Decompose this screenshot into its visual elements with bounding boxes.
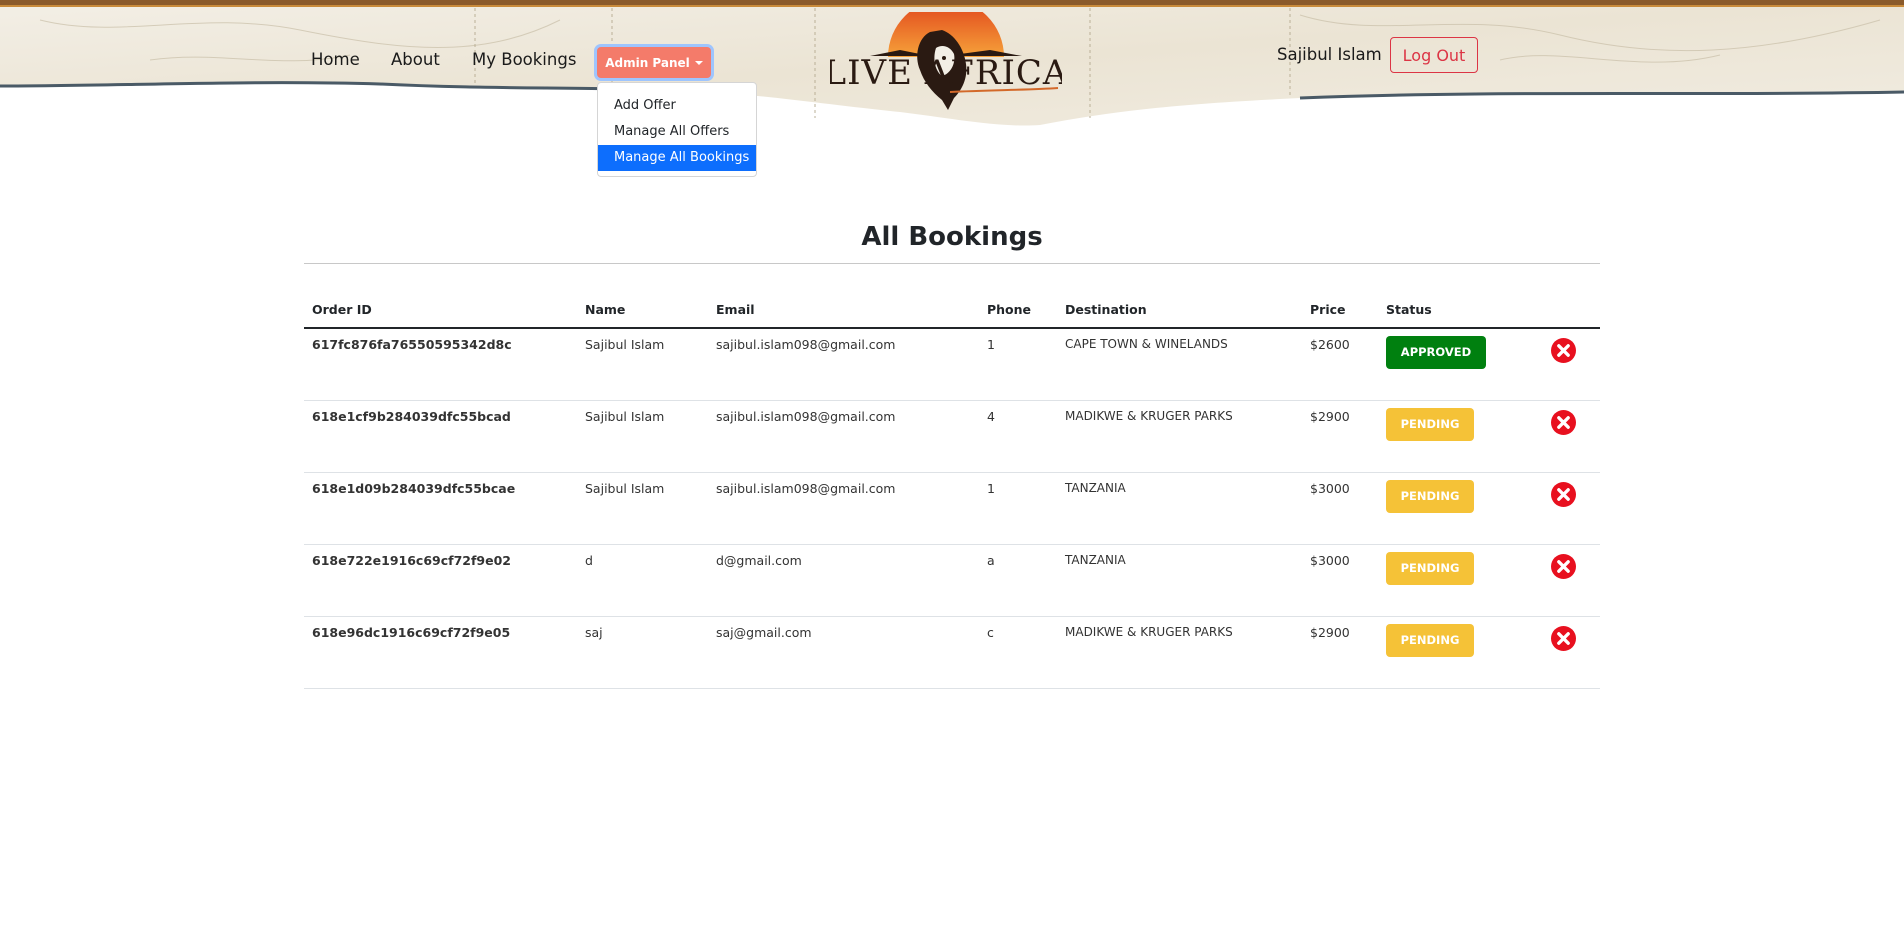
cell-price: $2600 xyxy=(1302,328,1378,401)
nav-my-bookings[interactable]: My Bookings xyxy=(472,50,576,69)
cell-name: Sajibul Islam xyxy=(577,400,708,473)
cell-order-id: 618e1cf9b284039dfc55bcad xyxy=(304,400,577,473)
nav-about[interactable]: About xyxy=(391,50,440,69)
status-dropdown-button[interactable]: PENDING xyxy=(1386,624,1474,675)
cell-destination: MADIKWE & KRUGER PARKS xyxy=(1057,400,1302,473)
dropdown-item-manage-offers[interactable]: Manage All Offers xyxy=(598,119,756,145)
status-label: PENDING xyxy=(1400,633,1460,647)
column-header-name: Name xyxy=(577,290,708,329)
cell-phone: 1 xyxy=(979,472,1057,545)
dropdown-item-manage-bookings[interactable]: Manage All Bookings xyxy=(598,145,756,171)
delete-booking-icon[interactable] xyxy=(1551,482,1576,507)
table-row: 617fc876fa76550595342d8c Sajibul Islam s… xyxy=(304,328,1600,401)
column-header-order-id: Order ID xyxy=(304,290,577,329)
cell-phone: 1 xyxy=(979,328,1057,401)
cell-status: PENDING xyxy=(1378,544,1543,617)
cell-email: sajibul.islam098@gmail.com xyxy=(708,328,979,401)
cell-name: d xyxy=(577,544,708,617)
status-dropdown-button[interactable]: PENDING xyxy=(1386,480,1474,531)
cell-destination: CAPE TOWN & WINELANDS xyxy=(1057,328,1302,401)
caret-down-icon xyxy=(1434,383,1443,387)
delete-booking-icon[interactable] xyxy=(1551,554,1576,579)
cell-status: PENDING xyxy=(1378,616,1543,689)
caret-down-icon xyxy=(1428,599,1437,603)
delete-booking-icon[interactable] xyxy=(1551,626,1576,651)
column-header-actions xyxy=(1543,290,1600,329)
cell-name: Sajibul Islam xyxy=(577,328,708,401)
cell-status: APPROVED xyxy=(1378,328,1543,401)
cell-destination: MADIKWE & KRUGER PARKS xyxy=(1057,616,1302,689)
cell-phone: c xyxy=(979,616,1057,689)
cell-email: sajibul.islam098@gmail.com xyxy=(708,472,979,545)
user-name: Sajibul Islam xyxy=(1277,45,1382,64)
site-header: Home About My Bookings Admin Panel LIVE … xyxy=(0,0,1904,130)
cell-email: sajibul.islam098@gmail.com xyxy=(708,400,979,473)
caret-down-icon xyxy=(1428,455,1437,459)
admin-panel-button[interactable]: Admin Panel xyxy=(597,47,711,78)
cell-email: saj@gmail.com xyxy=(708,616,979,689)
cell-actions xyxy=(1543,400,1600,473)
dropdown-item-add-offer[interactable]: Add Offer xyxy=(598,93,756,119)
admin-dropdown-menu: Add Offer Manage All Offers Manage All B… xyxy=(597,82,757,177)
live-africa-logo[interactable]: LIVE AFRICA xyxy=(830,12,1062,117)
column-header-status: Status xyxy=(1378,290,1543,329)
caret-down-icon xyxy=(1428,671,1437,675)
column-header-email: Email xyxy=(708,290,979,329)
cell-destination: TANZANIA xyxy=(1057,544,1302,617)
cell-email: d@gmail.com xyxy=(708,544,979,617)
table-row: 618e1cf9b284039dfc55bcad Sajibul Islam s… xyxy=(304,400,1600,473)
status-label: PENDING xyxy=(1400,561,1460,575)
cell-order-id: 617fc876fa76550595342d8c xyxy=(304,328,577,401)
delete-booking-icon[interactable] xyxy=(1551,410,1576,435)
cell-price: $3000 xyxy=(1302,472,1378,545)
delete-booking-icon[interactable] xyxy=(1551,338,1576,363)
cell-phone: a xyxy=(979,544,1057,617)
cell-order-id: 618e1d09b284039dfc55bcae xyxy=(304,472,577,545)
cell-actions xyxy=(1543,472,1600,545)
status-label: PENDING xyxy=(1400,489,1460,503)
status-dropdown-button[interactable]: APPROVED xyxy=(1386,336,1486,387)
table-row: 618e722e1916c69cf72f9e02 d d@gmail.com a… xyxy=(304,544,1600,617)
column-header-destination: Destination xyxy=(1057,290,1302,329)
cell-order-id: 618e722e1916c69cf72f9e02 xyxy=(304,544,577,617)
status-label: PENDING xyxy=(1400,417,1460,431)
logout-button[interactable]: Log Out xyxy=(1390,37,1478,73)
cell-phone: 4 xyxy=(979,400,1057,473)
status-label: APPROVED xyxy=(1400,345,1472,359)
cell-name: saj xyxy=(577,616,708,689)
column-header-price: Price xyxy=(1302,290,1378,329)
admin-panel-label: Admin Panel xyxy=(605,55,690,70)
title-divider xyxy=(304,263,1600,264)
logo-wordmark: LIVE AFRICA xyxy=(830,53,1062,93)
cell-actions xyxy=(1543,544,1600,617)
cell-order-id: 618e96dc1916c69cf72f9e05 xyxy=(304,616,577,689)
table-row: 618e1d09b284039dfc55bcae Sajibul Islam s… xyxy=(304,472,1600,545)
cell-actions xyxy=(1543,616,1600,689)
cell-price: $2900 xyxy=(1302,616,1378,689)
column-header-phone: Phone xyxy=(979,290,1057,329)
cell-name: Sajibul Islam xyxy=(577,472,708,545)
caret-down-icon xyxy=(694,60,703,65)
status-dropdown-button[interactable]: PENDING xyxy=(1386,552,1474,603)
cell-price: $3000 xyxy=(1302,544,1378,617)
cell-status: PENDING xyxy=(1378,400,1543,473)
cell-status: PENDING xyxy=(1378,472,1543,545)
cell-price: $2900 xyxy=(1302,400,1378,473)
table-row: 618e96dc1916c69cf72f9e05 saj saj@gmail.c… xyxy=(304,616,1600,689)
bookings-table: Order ID Name Email Phone Destination Pr… xyxy=(304,290,1600,689)
table-header-row: Order ID Name Email Phone Destination Pr… xyxy=(304,290,1600,329)
cell-actions xyxy=(1543,328,1600,401)
nav-home[interactable]: Home xyxy=(311,50,360,69)
page-title: All Bookings xyxy=(861,222,1043,252)
status-dropdown-button[interactable]: PENDING xyxy=(1386,408,1474,459)
caret-down-icon xyxy=(1428,527,1437,531)
cell-destination: TANZANIA xyxy=(1057,472,1302,545)
